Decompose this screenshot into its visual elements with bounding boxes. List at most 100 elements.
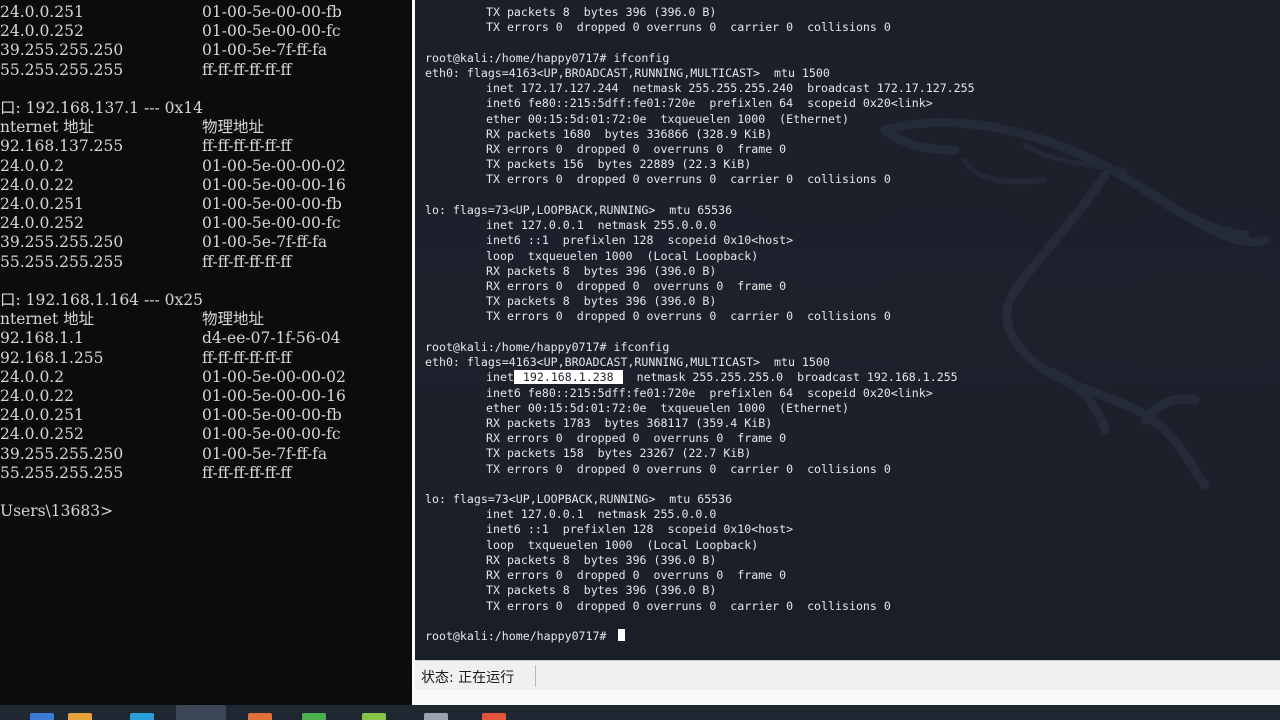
cmd-window[interactable]: 24.0.0.251 01-00-5e-00-00-fb 24.0.0.252 01-… — [0, 0, 412, 705]
cmd-output-line: 39.255.255.250 01-00-5e-7f-ff-fa — [0, 444, 412, 464]
terminal-text: TX packets 8 bytes 396 (396.0 B) — [486, 583, 717, 598]
cmd-col-address: 24.0.0.251 — [0, 195, 84, 213]
selected-ip-address[interactable]: 192.168.1.238 — [513, 370, 623, 385]
terminal-line: TX packets 8 bytes 396 (396.0 B) — [486, 5, 716, 20]
terminal-text: RX errors 0 dropped 0 overruns 0 frame 0 — [486, 568, 787, 583]
terminal-text: loop txqueuelen 1000 (Local Loopback) — [486, 537, 759, 552]
cmd-col-address: nternet 地址 — [0, 310, 95, 329]
taskbar-app-icon[interactable] — [30, 713, 54, 720]
terminal-prompt[interactable]: root@kali:/home/happy0717# — [425, 629, 626, 644]
cmd-col-address: nternet 地址 — [0, 118, 95, 137]
taskbar-app-icon[interactable] — [176, 705, 226, 720]
cmd-col-physical: ff-ff-ff-ff-ff-ff — [202, 463, 292, 482]
cmd-output-line: 24.0.0.2 01-00-5e-00-00-02 — [0, 156, 412, 176]
terminal-text: TX errors 0 dropped 0 overruns 0 carrier… — [486, 20, 891, 35]
terminal-line: RX errors 0 dropped 0 overruns 0 frame 0 — [486, 431, 786, 446]
cmd-output-line: Users\13683> — [0, 501, 412, 521]
terminal-line: RX packets 1680 bytes 336866 (328.9 KiB) — [486, 127, 772, 142]
terminal-line: TX errors 0 dropped 0 overruns 0 carrier… — [486, 599, 891, 614]
taskbar-app-icon[interactable] — [248, 713, 272, 720]
terminal-text: eth0: flags=4163<UP,BROADCAST,RUNNING,MU… — [425, 355, 830, 370]
cmd-col-address: 55.255.255.255 — [0, 463, 124, 482]
windows-taskbar — [0, 705, 1280, 720]
terminal-line: inet 172.17.127.244 netmask 255.255.255.… — [486, 81, 975, 96]
cmd-col-address: 24.0.0.252 — [0, 22, 84, 41]
terminal-text: RX packets 1680 bytes 336866 (328.9 KiB) — [486, 126, 773, 141]
cmd-output-line: 口: 192.168.1.164 --- 0x25 — [0, 290, 412, 310]
vm-connection-window[interactable]: TX packets 8 bytes 396 (396.0 B) TX error… — [412, 0, 1280, 705]
terminal-text: inet6 ::1 prefixlen 128 scopeid 0x10<hos… — [486, 522, 794, 537]
cmd-col-physical: d4-ee-07-1f-56-04 — [202, 329, 341, 348]
terminal-line: inet6 ::1 prefixlen 128 scopeid 0x10<hos… — [486, 233, 793, 248]
cmd-col-physical: ff-ff-ff-ff-ff-ff — [202, 348, 292, 367]
cmd-output-line: 24.0.0.2 01-00-5e-00-00-02 — [0, 367, 412, 387]
cmd-col-address: 92.168.137.255 — [0, 137, 124, 156]
kali-dragon-logo — [880, 118, 1270, 490]
cmd-col-physical: 01-00-5e-00-00-16 — [202, 175, 346, 194]
status-separator — [535, 665, 536, 687]
terminal-text: inet6 fe80::215:5dff:fe01:720e prefixlen… — [486, 385, 933, 400]
cmd-col-address: 39.255.255.250 — [0, 233, 124, 252]
cmd-col-physical: ff-ff-ff-ff-ff-ff — [202, 60, 292, 79]
cmd-output-line: 24.0.0.251 01-00-5e-00-00-fb — [0, 405, 412, 425]
cmd-output-line — [0, 271, 412, 291]
taskbar-app-icon[interactable] — [130, 713, 154, 720]
cmd-col-physical: 01-00-5e-00-00-fb — [202, 406, 342, 425]
terminal-text: inet 127.0.0.1 netmask 255.0.0.0 — [486, 218, 717, 233]
terminal-text: TX errors 0 dropped 0 overruns 0 carrier… — [486, 598, 891, 613]
terminal-line: inet6 ::1 prefixlen 128 scopeid 0x10<hos… — [486, 522, 793, 537]
cmd-col-address: 24.0.0.2 — [0, 367, 65, 386]
taskbar-app-icon[interactable] — [482, 713, 506, 720]
cmd-col-physical: 01-00-5e-00-00-02 — [202, 367, 346, 386]
cmd-col-address: 24.0.0.22 — [0, 387, 74, 405]
cmd-col-address: 口: 192.168.137.1 --- 0x14 — [0, 99, 203, 117]
terminal-line: lo: flags=73<UP,LOOPBACK,RUNNING> mtu 65… — [425, 492, 732, 507]
terminal-line: TX packets 158 bytes 23267 (22.7 KiB) — [486, 446, 751, 461]
cmd-col-address: 39.255.255.250 — [0, 41, 124, 60]
terminal-line: inet6 fe80::215:5dff:fe01:720e prefixlen… — [486, 386, 933, 401]
terminal-text: RX errors 0 dropped 0 overruns 0 frame 0 — [486, 431, 787, 446]
kali-terminal[interactable]: TX packets 8 bytes 396 (396.0 B) TX error… — [415, 0, 1280, 660]
terminal-line: eth0: flags=4163<UP,BROADCAST,RUNNING,MU… — [425, 355, 830, 370]
terminal-line: root@kali:/home/happy0717# ifconfig — [425, 51, 669, 66]
terminal-text: TX errors 0 dropped 0 overruns 0 carrier… — [486, 309, 891, 324]
terminal-line: inet 127.0.0.1 netmask 255.0.0.0 — [486, 218, 716, 233]
terminal-line: TX packets 8 bytes 396 (396.0 B) — [486, 583, 716, 598]
taskbar-app-icon[interactable] — [362, 713, 386, 720]
terminal-text: RX packets 8 bytes 396 (396.0 B) — [486, 552, 717, 567]
cmd-output-line: 24.0.0.252 01-00-5e-00-00-fc — [0, 213, 412, 233]
taskbar-app-icon[interactable] — [424, 713, 448, 720]
terminal-text: inet 127.0.0.1 netmask 255.0.0.0 — [486, 507, 717, 522]
terminal-text: TX packets 8 bytes 396 (396.0 B) — [486, 294, 717, 309]
taskbar-app-icon[interactable] — [302, 713, 326, 720]
terminal-text: TX packets 8 bytes 396 (396.0 B) — [486, 5, 717, 19]
cmd-col-address: 24.0.0.22 — [0, 175, 74, 194]
terminal-text: ether 00:15:5d:01:72:0e txqueuelen 1000 … — [486, 400, 849, 415]
terminal-text: lo: flags=73<UP,LOOPBACK,RUNNING> mtu 65… — [425, 492, 733, 507]
cmd-col-physical: 01-00-5e-00-00-16 — [202, 387, 346, 405]
cmd-output-line: 92.168.1.1 d4-ee-07-1f-56-04 — [0, 328, 412, 348]
cmd-output-line: 24.0.0.251 01-00-5e-00-00-fb — [0, 194, 412, 214]
terminal-line: inet6 fe80::215:5dff:fe01:720e prefixlen… — [486, 96, 933, 111]
terminal-line: ether 00:15:5d:01:72:0e txqueuelen 1000 … — [486, 112, 849, 127]
terminal-text: RX errors 0 dropped 0 overruns 0 frame 0 — [486, 141, 787, 156]
cmd-output-line: 92.168.137.255 ff-ff-ff-ff-ff-ff — [0, 136, 412, 156]
terminal-line: TX errors 0 dropped 0 overruns 0 carrier… — [486, 172, 891, 187]
terminal-line: TX packets 156 bytes 22889 (22.3 KiB) — [486, 157, 751, 172]
vm-status-bar: 状态: 正在运行 — [415, 660, 1280, 690]
terminal-text: inet 172.17.127.244 netmask 255.255.255.… — [486, 81, 975, 96]
cmd-output-line: 39.255.255.250 01-00-5e-7f-ff-fa — [0, 232, 412, 252]
terminal-text: netmask 255.255.255.0 broadcast 192.168.… — [622, 370, 958, 385]
cmd-col-address: 24.0.0.252 — [0, 214, 84, 233]
taskbar-app-icon[interactable] — [68, 713, 92, 720]
cmd-col-address: 24.0.0.2 — [0, 156, 65, 175]
cmd-output-line: nternet 地址 物理地址 — [0, 117, 412, 137]
cmd-col-address: 24.0.0.252 — [0, 425, 84, 444]
terminal-line: inet 192.168.1.238 netmask 255.255.255.0… — [486, 370, 958, 385]
cmd-col-physical: 01-00-5e-00-00-fb — [202, 3, 342, 21]
cmd-col-address: 口: 192.168.1.164 --- 0x25 — [0, 291, 203, 309]
cmd-output-line: 24.0.0.251 01-00-5e-00-00-fb — [0, 2, 412, 22]
terminal-text: lo: flags=73<UP,LOOPBACK,RUNNING> mtu 65… — [425, 202, 733, 217]
cmd-col-physical: ff-ff-ff-ff-ff-ff — [202, 137, 292, 156]
cmd-col-physical: 01-00-5e-00-00-fb — [202, 195, 342, 213]
